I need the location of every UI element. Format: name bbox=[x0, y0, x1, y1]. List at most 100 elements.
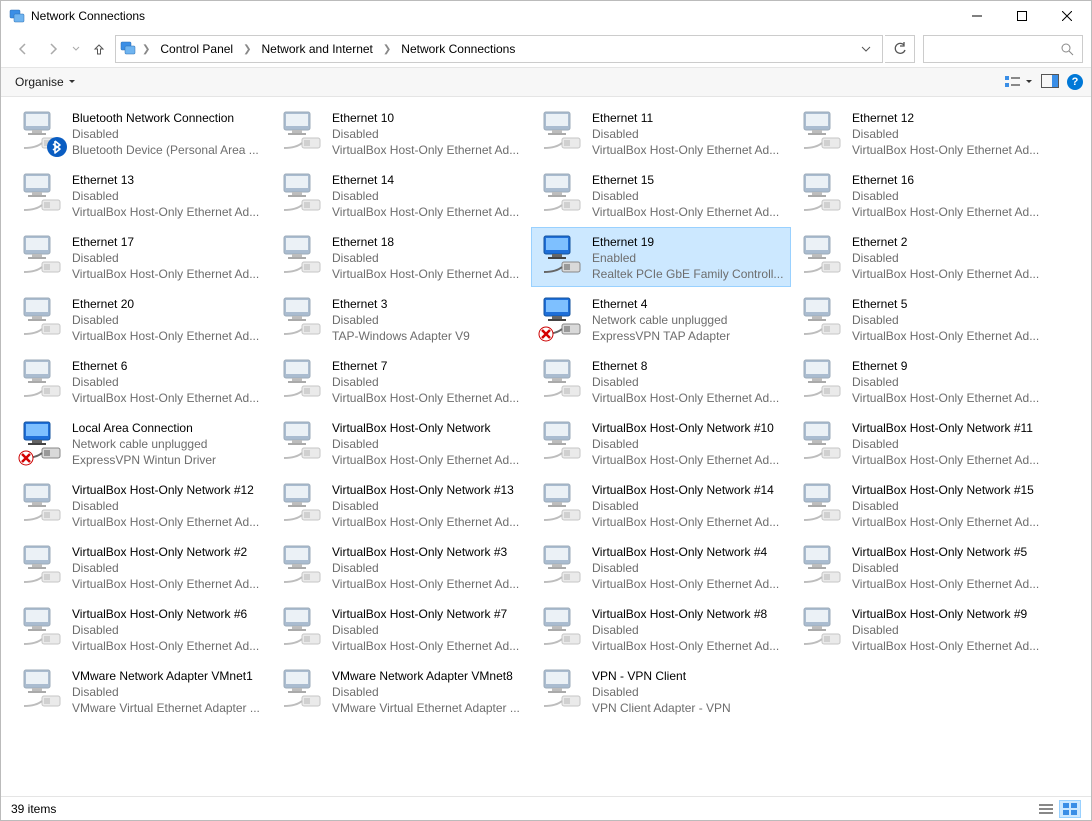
connection-name: Bluetooth Network Connection bbox=[72, 110, 264, 126]
connection-item[interactable]: Local Area ConnectionNetwork cable unplu… bbox=[11, 413, 271, 473]
network-adapter-icon bbox=[278, 480, 326, 528]
connection-item[interactable]: Ethernet 3DisabledTAP-Windows Adapter V9 bbox=[271, 289, 531, 349]
connection-item[interactable]: VirtualBox Host-Only Network #15Disabled… bbox=[791, 475, 1051, 535]
network-adapter-icon bbox=[798, 542, 846, 590]
connection-item[interactable]: Ethernet 11DisabledVirtualBox Host-Only … bbox=[531, 103, 791, 163]
back-button[interactable] bbox=[9, 35, 37, 63]
connection-item[interactable]: VMware Network Adapter VMnet1DisabledVMw… bbox=[11, 661, 271, 721]
connection-item[interactable]: VirtualBox Host-Only Network #3DisabledV… bbox=[271, 537, 531, 597]
maximize-button[interactable] bbox=[999, 1, 1044, 31]
connection-item[interactable]: VirtualBox Host-Only Network #14Disabled… bbox=[531, 475, 791, 535]
network-adapter-icon bbox=[278, 604, 326, 652]
connection-detail: VirtualBox Host-Only Ethernet Ad... bbox=[852, 204, 1044, 220]
connection-item[interactable]: Ethernet 17DisabledVirtualBox Host-Only … bbox=[11, 227, 271, 287]
connection-item[interactable]: Ethernet 19EnabledRealtek PCIe GbE Famil… bbox=[531, 227, 791, 287]
connection-item[interactable]: Ethernet 20DisabledVirtualBox Host-Only … bbox=[11, 289, 271, 349]
connection-status: Disabled bbox=[72, 250, 264, 266]
network-adapter-icon bbox=[538, 170, 586, 218]
connection-detail: TAP-Windows Adapter V9 bbox=[332, 328, 524, 344]
network-adapter-icon bbox=[798, 294, 846, 342]
chevron-right-icon[interactable]: ❯ bbox=[381, 44, 393, 55]
connection-name: VirtualBox Host-Only Network #14 bbox=[592, 482, 784, 498]
breadcrumb[interactable]: Network Connections bbox=[397, 40, 519, 58]
connection-item[interactable]: Ethernet 15DisabledVirtualBox Host-Only … bbox=[531, 165, 791, 225]
organise-button[interactable]: Organise bbox=[9, 71, 82, 93]
network-adapter-icon bbox=[798, 418, 846, 466]
refresh-button[interactable] bbox=[885, 35, 915, 63]
search-input[interactable] bbox=[923, 35, 1083, 63]
connection-item[interactable]: Ethernet 6DisabledVirtualBox Host-Only E… bbox=[11, 351, 271, 411]
tiles-view-button[interactable] bbox=[1059, 800, 1081, 818]
connection-item[interactable]: Ethernet 14DisabledVirtualBox Host-Only … bbox=[271, 165, 531, 225]
network-adapter-icon bbox=[18, 542, 66, 590]
connection-item[interactable]: Ethernet 7DisabledVirtualBox Host-Only E… bbox=[271, 351, 531, 411]
connection-item[interactable]: VirtualBox Host-Only Network #7DisabledV… bbox=[271, 599, 531, 659]
minimize-button[interactable] bbox=[954, 1, 999, 31]
connection-name: Ethernet 15 bbox=[592, 172, 784, 188]
connection-item[interactable]: Bluetooth Network ConnectionDisabledBlue… bbox=[11, 103, 271, 163]
network-adapter-icon bbox=[798, 356, 846, 404]
connection-status: Disabled bbox=[332, 498, 524, 514]
title-bar: Network Connections bbox=[1, 1, 1091, 31]
connection-detail: Realtek PCIe GbE Family Controll... bbox=[592, 266, 784, 282]
connection-item[interactable]: VMware Network Adapter VMnet8DisabledVMw… bbox=[271, 661, 531, 721]
connection-status: Disabled bbox=[852, 560, 1044, 576]
connection-status: Network cable unplugged bbox=[592, 312, 784, 328]
connection-item[interactable]: VirtualBox Host-Only Network #4DisabledV… bbox=[531, 537, 791, 597]
connection-item[interactable]: VirtualBox Host-Only Network #9DisabledV… bbox=[791, 599, 1051, 659]
network-adapter-icon bbox=[278, 170, 326, 218]
network-adapter-icon bbox=[278, 542, 326, 590]
recent-locations-button[interactable] bbox=[69, 45, 83, 53]
chevron-right-icon[interactable]: ❯ bbox=[140, 44, 152, 55]
breadcrumb[interactable]: Network and Internet bbox=[258, 40, 377, 58]
network-adapter-icon bbox=[798, 170, 846, 218]
details-view-button[interactable] bbox=[1035, 800, 1057, 818]
connection-name: Ethernet 11 bbox=[592, 110, 784, 126]
connection-item[interactable]: Ethernet 12DisabledVirtualBox Host-Only … bbox=[791, 103, 1051, 163]
connection-item[interactable]: Ethernet 2DisabledVirtualBox Host-Only E… bbox=[791, 227, 1051, 287]
connection-status: Disabled bbox=[72, 126, 264, 142]
connection-item[interactable]: Ethernet 5DisabledVirtualBox Host-Only E… bbox=[791, 289, 1051, 349]
connection-item[interactable]: Ethernet 9DisabledVirtualBox Host-Only E… bbox=[791, 351, 1051, 411]
connection-item[interactable]: Ethernet 13DisabledVirtualBox Host-Only … bbox=[11, 165, 271, 225]
breadcrumb[interactable]: Control Panel bbox=[156, 40, 237, 58]
connection-item[interactable]: VirtualBox Host-Only Network #10Disabled… bbox=[531, 413, 791, 473]
connection-item[interactable]: Ethernet 18DisabledVirtualBox Host-Only … bbox=[271, 227, 531, 287]
connection-detail: Bluetooth Device (Personal Area ... bbox=[72, 142, 264, 158]
connection-name: VirtualBox Host-Only Network #10 bbox=[592, 420, 784, 436]
nav-bar: ❯ Control Panel ❯ Network and Internet ❯… bbox=[1, 31, 1091, 67]
connection-status: Disabled bbox=[592, 684, 784, 700]
connection-item[interactable]: VirtualBox Host-Only Network #2DisabledV… bbox=[11, 537, 271, 597]
view-options-button[interactable] bbox=[1005, 75, 1033, 89]
connection-item[interactable]: VirtualBox Host-Only NetworkDisabledVirt… bbox=[271, 413, 531, 473]
address-bar[interactable]: ❯ Control Panel ❯ Network and Internet ❯… bbox=[115, 35, 883, 63]
help-button[interactable]: ? bbox=[1067, 74, 1083, 90]
preview-pane-button[interactable] bbox=[1041, 74, 1059, 91]
connection-name: VirtualBox Host-Only Network #7 bbox=[332, 606, 524, 622]
close-button[interactable] bbox=[1044, 1, 1089, 31]
connection-item[interactable]: VirtualBox Host-Only Network #5DisabledV… bbox=[791, 537, 1051, 597]
forward-button[interactable] bbox=[39, 35, 67, 63]
connection-name: VirtualBox Host-Only Network #5 bbox=[852, 544, 1044, 560]
connection-item[interactable]: VirtualBox Host-Only Network #8DisabledV… bbox=[531, 599, 791, 659]
connection-status: Disabled bbox=[332, 188, 524, 204]
connection-detail: VirtualBox Host-Only Ethernet Ad... bbox=[72, 266, 264, 282]
up-button[interactable] bbox=[85, 35, 113, 63]
connection-status: Disabled bbox=[332, 560, 524, 576]
chevron-right-icon[interactable]: ❯ bbox=[241, 44, 253, 55]
connection-item[interactable]: VPN - VPN ClientDisabledVPN Client Adapt… bbox=[531, 661, 791, 721]
connection-name: Ethernet 17 bbox=[72, 234, 264, 250]
address-dropdown-button[interactable] bbox=[854, 36, 878, 62]
connection-item[interactable]: VirtualBox Host-Only Network #13Disabled… bbox=[271, 475, 531, 535]
connection-item[interactable]: VirtualBox Host-Only Network #12Disabled… bbox=[11, 475, 271, 535]
connection-item[interactable]: VirtualBox Host-Only Network #11Disabled… bbox=[791, 413, 1051, 473]
connection-item[interactable]: Ethernet 16DisabledVirtualBox Host-Only … bbox=[791, 165, 1051, 225]
network-adapter-icon bbox=[278, 666, 326, 714]
connection-detail: VirtualBox Host-Only Ethernet Ad... bbox=[332, 390, 524, 406]
connection-item[interactable]: Ethernet 8DisabledVirtualBox Host-Only E… bbox=[531, 351, 791, 411]
connection-item[interactable]: Ethernet 10DisabledVirtualBox Host-Only … bbox=[271, 103, 531, 163]
connection-item[interactable]: VirtualBox Host-Only Network #6DisabledV… bbox=[11, 599, 271, 659]
connection-item[interactable]: Ethernet 4Network cable unpluggedExpress… bbox=[531, 289, 791, 349]
command-bar: Organise ? bbox=[1, 67, 1091, 97]
connection-status: Disabled bbox=[852, 126, 1044, 142]
